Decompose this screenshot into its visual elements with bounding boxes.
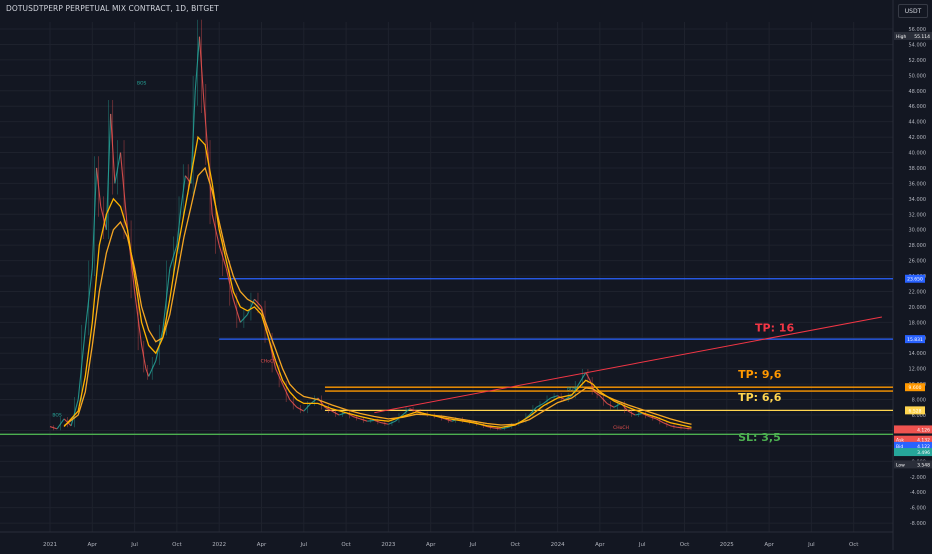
x-tick-label: 2022 <box>212 542 226 548</box>
x-tick-label: Oct <box>341 542 351 548</box>
y-tick-label: 20.000 <box>909 305 927 311</box>
level-price-label: 6.528 <box>909 408 922 414</box>
target-label: SL: 3,5 <box>738 431 781 444</box>
y-tick-label: 12.000 <box>909 367 927 373</box>
y-tick-label: 48.000 <box>909 89 927 95</box>
target-label: TP: 6,6 <box>738 391 782 404</box>
x-tick-label: 2023 <box>381 542 395 548</box>
y-tick-label: 30.000 <box>909 228 927 234</box>
currency-selector[interactable]: USDT <box>898 4 928 18</box>
structure-annotation: BOS <box>567 386 577 392</box>
x-tick-label: Apr <box>764 542 774 548</box>
x-tick-label: Jul <box>469 542 477 548</box>
y-tick-label: 42.000 <box>909 135 927 141</box>
x-tick-label: Oct <box>849 542 859 548</box>
x-tick-label: 2021 <box>43 542 57 548</box>
y-tick-label: 34.000 <box>909 197 927 203</box>
x-tick-label: Apr <box>88 542 98 548</box>
price-tag-value: 3.548 <box>917 462 930 468</box>
x-tick-label: Apr <box>595 542 605 548</box>
y-tick-label: 26.000 <box>909 259 927 265</box>
x-tick-label: Oct <box>680 542 690 548</box>
level-price-label: 23.650 <box>907 277 923 283</box>
y-tick-label: 18.000 <box>909 320 927 326</box>
x-tick-label: 2024 <box>551 542 565 548</box>
x-tick-label: Jul <box>638 542 646 548</box>
price-tag-value: 55.114 <box>914 34 930 40</box>
x-tick-label: Jul <box>299 542 307 548</box>
y-tick-label: -2.000 <box>910 475 926 481</box>
target-label: TP: 9,6 <box>738 368 782 381</box>
price-chart[interactable]: 2021 Apr Jul Oct 2022 Apr Jul Oct 2023 Apr Jul Oct 2… <box>0 0 932 550</box>
y-tick-label: 38.000 <box>909 166 927 172</box>
price-tag-label: High <box>896 34 906 40</box>
structure-annotation: BOS <box>137 81 147 87</box>
structure-annotation: CHoCH <box>613 425 629 431</box>
y-tick-label: 22.000 <box>909 289 927 295</box>
structure-annotation: CHoCH <box>261 359 277 365</box>
y-tick-label: -8.000 <box>910 521 926 527</box>
y-tick-label: 28.000 <box>909 243 927 249</box>
y-tick-label: 32.000 <box>909 212 927 218</box>
x-tick-label: Apr <box>426 542 436 548</box>
x-tick-label: Oct <box>172 542 182 548</box>
level-price-label: 15.831 <box>907 337 923 343</box>
x-tick-label: 2025 <box>720 542 734 548</box>
level-price-label: 9.600 <box>909 385 922 391</box>
price-tag-label: Low <box>896 462 905 468</box>
y-tick-label: 40.000 <box>909 151 927 157</box>
target-label: TP: 16 <box>755 322 794 335</box>
structure-annotation: BOS <box>52 413 62 419</box>
x-tick-label: Apr <box>257 542 267 548</box>
y-tick-label: 52.000 <box>909 58 927 64</box>
x-tick-label: Jul <box>807 542 815 548</box>
y-tick-label: 8.000 <box>912 398 926 404</box>
y-tick-label: -6.000 <box>910 506 926 512</box>
y-tick-label: 46.000 <box>909 104 927 110</box>
symbol-title: DOTUSDTPERP PERPETUAL MIX CONTRACT, 1D, … <box>6 4 219 13</box>
chart-area[interactable]: 2021 Apr Jul Oct 2022 Apr Jul Oct 2023 Apr Jul Oct 2… <box>0 0 932 550</box>
y-tick-label: 36.000 <box>909 181 927 187</box>
x-tick-label: Oct <box>511 542 521 548</box>
x-tick-label: Jul <box>130 542 138 548</box>
y-tick-label: -4.000 <box>910 490 926 496</box>
y-tick-label: 14.000 <box>909 351 927 357</box>
price-tag-value: 3.496 <box>917 450 930 456</box>
y-tick-label: 50.000 <box>909 73 927 79</box>
y-tick-label: 54.000 <box>909 42 927 48</box>
y-tick-label: 44.000 <box>909 120 927 126</box>
price-tag-value: 4.126 <box>917 427 930 433</box>
